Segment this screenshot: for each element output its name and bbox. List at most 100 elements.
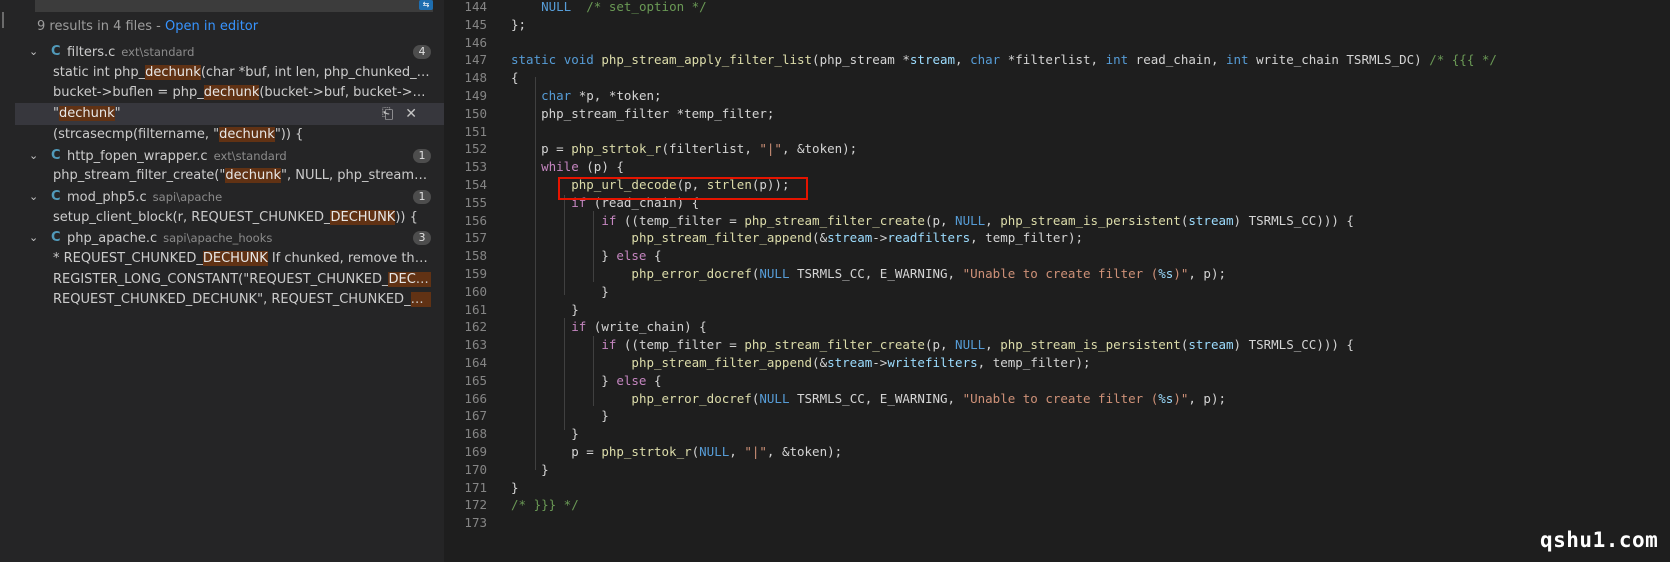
- match-suffix: ", NULL, php_stream_is_persiste...: [281, 168, 431, 184]
- result-file[interactable]: ⌄ Cmod_php5.c sapi\apache 1: [15, 186, 444, 208]
- code-line[interactable]: p = php_strtok_r(NULL, "|", &token);: [511, 442, 842, 461]
- line-number: 167: [464, 408, 487, 424]
- code-line[interactable]: };: [511, 15, 526, 34]
- line-number: 166: [464, 390, 487, 406]
- line-number: 145: [464, 16, 487, 32]
- match-item[interactable]: "dechunk" ⎗ ✕: [15, 103, 444, 126]
- match-prefix: * REQUEST_CHUNKED_: [53, 251, 203, 266]
- code-line[interactable]: php_stream_filter_append(&stream->readfi…: [511, 228, 1083, 247]
- code-line[interactable]: }: [511, 424, 579, 443]
- code-line[interactable]: static void php_stream_apply_filter_list…: [511, 50, 1497, 69]
- match-count-badge: 1: [413, 189, 431, 204]
- match-item[interactable]: (strcasecmp(filtername, "dechunk")) {: [15, 124, 444, 146]
- line-number: 156: [464, 212, 487, 228]
- activity-bar: [0, 0, 16, 562]
- match-text: bucket->buflen = php_dechunk(bucket->buf…: [53, 82, 431, 104]
- line-number: 147: [464, 52, 487, 68]
- match-highlight: DECHUNK: [388, 271, 431, 287]
- indent-guide: [593, 211, 594, 282]
- indent-guide: [593, 336, 594, 406]
- match-text: REGISTER_LONG_CONSTANT("REQUEST_CHUNKED_…: [53, 269, 431, 291]
- c-file-icon: C: [51, 188, 61, 204]
- match-count-badge: 3: [413, 231, 431, 246]
- annotation-highlight-box: [558, 177, 808, 200]
- match-prefix: REGISTER_LONG_CONSTANT("REQUEST_CHUNKED_: [53, 271, 389, 287]
- line-number: 157: [464, 230, 487, 246]
- match-item[interactable]: REQUEST_CHUNKED_DECHUNK", REQUEST_CHUNKE…: [15, 289, 444, 311]
- match-item[interactable]: * REQUEST_CHUNKED_DECHUNK If chunked, re…: [15, 248, 444, 270]
- line-number: 173: [464, 515, 487, 531]
- code-line[interactable]: char *p, *token;: [511, 86, 661, 105]
- code-line[interactable]: if (write_chain) {: [511, 317, 706, 336]
- code-line[interactable]: if ((temp_filter = php_stream_filter_cre…: [511, 211, 1354, 230]
- replace-icon[interactable]: ⎗: [382, 103, 393, 125]
- code-line[interactable]: while (p) {: [511, 157, 624, 176]
- file-path: ext\standard: [121, 45, 195, 59]
- match-suffix: ")) {: [274, 126, 304, 142]
- chevron-down-icon[interactable]: ⌄: [29, 227, 38, 249]
- results-summary: 9 results in 4 files - Open in editor: [37, 19, 258, 34]
- line-number: 172: [464, 497, 487, 513]
- replace-all-icon[interactable]: ⇆: [419, 0, 433, 10]
- match-highlight: DECHUNK: [202, 251, 268, 266]
- results-count-text: 9 results in 4 files -: [37, 19, 166, 34]
- code-line[interactable]: }: [511, 460, 549, 479]
- result-file[interactable]: ⌄ Cphp_apache.c sapi\apache_hooks 3: [15, 227, 444, 249]
- file-name-text: mod_php5.c: [67, 189, 147, 205]
- code-line[interactable]: }: [511, 300, 579, 319]
- match-highlight: dechunk: [225, 168, 282, 184]
- match-highlight: DECHUNK: [330, 209, 396, 225]
- code-line[interactable]: }: [511, 282, 609, 301]
- indent-guide: [564, 318, 565, 430]
- activity-indicator: [2, 12, 4, 28]
- match-item[interactable]: static int php_dechunk(char *buf, int le…: [15, 62, 444, 84]
- code-line[interactable]: php_error_docref(NULL TSRMLS_CC, E_WARNI…: [511, 389, 1226, 408]
- code-line[interactable]: php_error_docref(NULL TSRMLS_CC, E_WARNI…: [511, 264, 1226, 283]
- line-number: 164: [464, 355, 487, 370]
- result-file[interactable]: ⌄ Chttp_fopen_wrapper.c ext\standard 1: [15, 145, 444, 167]
- match-prefix: static int php_: [53, 64, 146, 80]
- match-prefix: REQUEST_CHUNKED_DECHUNK", REQUEST_CHUNKE…: [53, 292, 411, 308]
- match-text: REQUEST_CHUNKED_DECHUNK", REQUEST_CHUNKE…: [53, 289, 431, 311]
- match-suffix: (char *buf, int len, php_chunked_filter_…: [200, 64, 431, 80]
- match-count-badge: 4: [413, 45, 431, 59]
- code-line[interactable]: {: [511, 68, 519, 87]
- file-name-text: php_apache.c: [67, 231, 158, 247]
- code-editor[interactable]: 144 145 146 147 148 149 150 151 152 153 154 155 156 1…: [444, 0, 1670, 562]
- file-path: sapi\apache_hooks: [163, 231, 273, 246]
- code-line[interactable]: php_stream_filter_append(&stream->writef…: [511, 353, 1090, 372]
- line-number: 162: [464, 319, 487, 335]
- code-line[interactable]: /* }}} */: [511, 495, 579, 514]
- match-text: php_stream_filter_create("dechunk", NULL…: [53, 165, 431, 187]
- code-line[interactable]: p = php_strtok_r(filterlist, "|", &token…: [511, 139, 857, 158]
- c-file-icon: C: [51, 147, 61, 163]
- open-in-editor-link[interactable]: Open in editor: [165, 19, 258, 34]
- chevron-down-icon[interactable]: ⌄: [29, 186, 38, 208]
- chevron-down-icon[interactable]: ⌄: [29, 41, 38, 63]
- code-line[interactable]: } else {: [511, 246, 661, 265]
- chevron-down-icon[interactable]: ⌄: [29, 145, 38, 167]
- file-name-text: filters.c: [67, 45, 116, 60]
- close-icon[interactable]: ✕: [405, 103, 417, 125]
- result-file[interactable]: ⌄ Cfilters.c ext\standard 4: [15, 41, 444, 63]
- match-item[interactable]: REGISTER_LONG_CONSTANT("REQUEST_CHUNKED_…: [15, 269, 444, 291]
- match-count-badge: 1: [413, 148, 431, 163]
- line-number: 155: [464, 194, 487, 210]
- match-highlight: dechunk: [145, 64, 201, 80]
- code-line[interactable]: NULL /* set_option */: [511, 0, 707, 16]
- line-number: 154: [464, 177, 487, 192]
- search-replace-field[interactable]: ⇆: [35, 0, 433, 12]
- code-line[interactable]: }: [511, 478, 519, 497]
- match-item[interactable]: setup_client_block(r, REQUEST_CHUNKED_DE…: [15, 207, 444, 229]
- line-number: 168: [464, 426, 487, 442]
- code-line[interactable]: if ((temp_filter = php_stream_filter_cre…: [511, 335, 1354, 354]
- match-prefix: php_stream_filter_create(": [53, 168, 226, 184]
- code-line[interactable]: } else {: [511, 371, 661, 390]
- file-path: ext\standard: [213, 148, 287, 163]
- match-item[interactable]: bucket->buflen = php_dechunk(bucket->buf…: [15, 82, 444, 104]
- line-number: 171: [464, 479, 487, 495]
- match-item[interactable]: php_stream_filter_create("dechunk", NULL…: [15, 165, 444, 187]
- code-line[interactable]: }: [511, 406, 609, 425]
- match-highlight: dechunk: [219, 126, 275, 142]
- code-line[interactable]: php_stream_filter *temp_filter;: [511, 104, 774, 123]
